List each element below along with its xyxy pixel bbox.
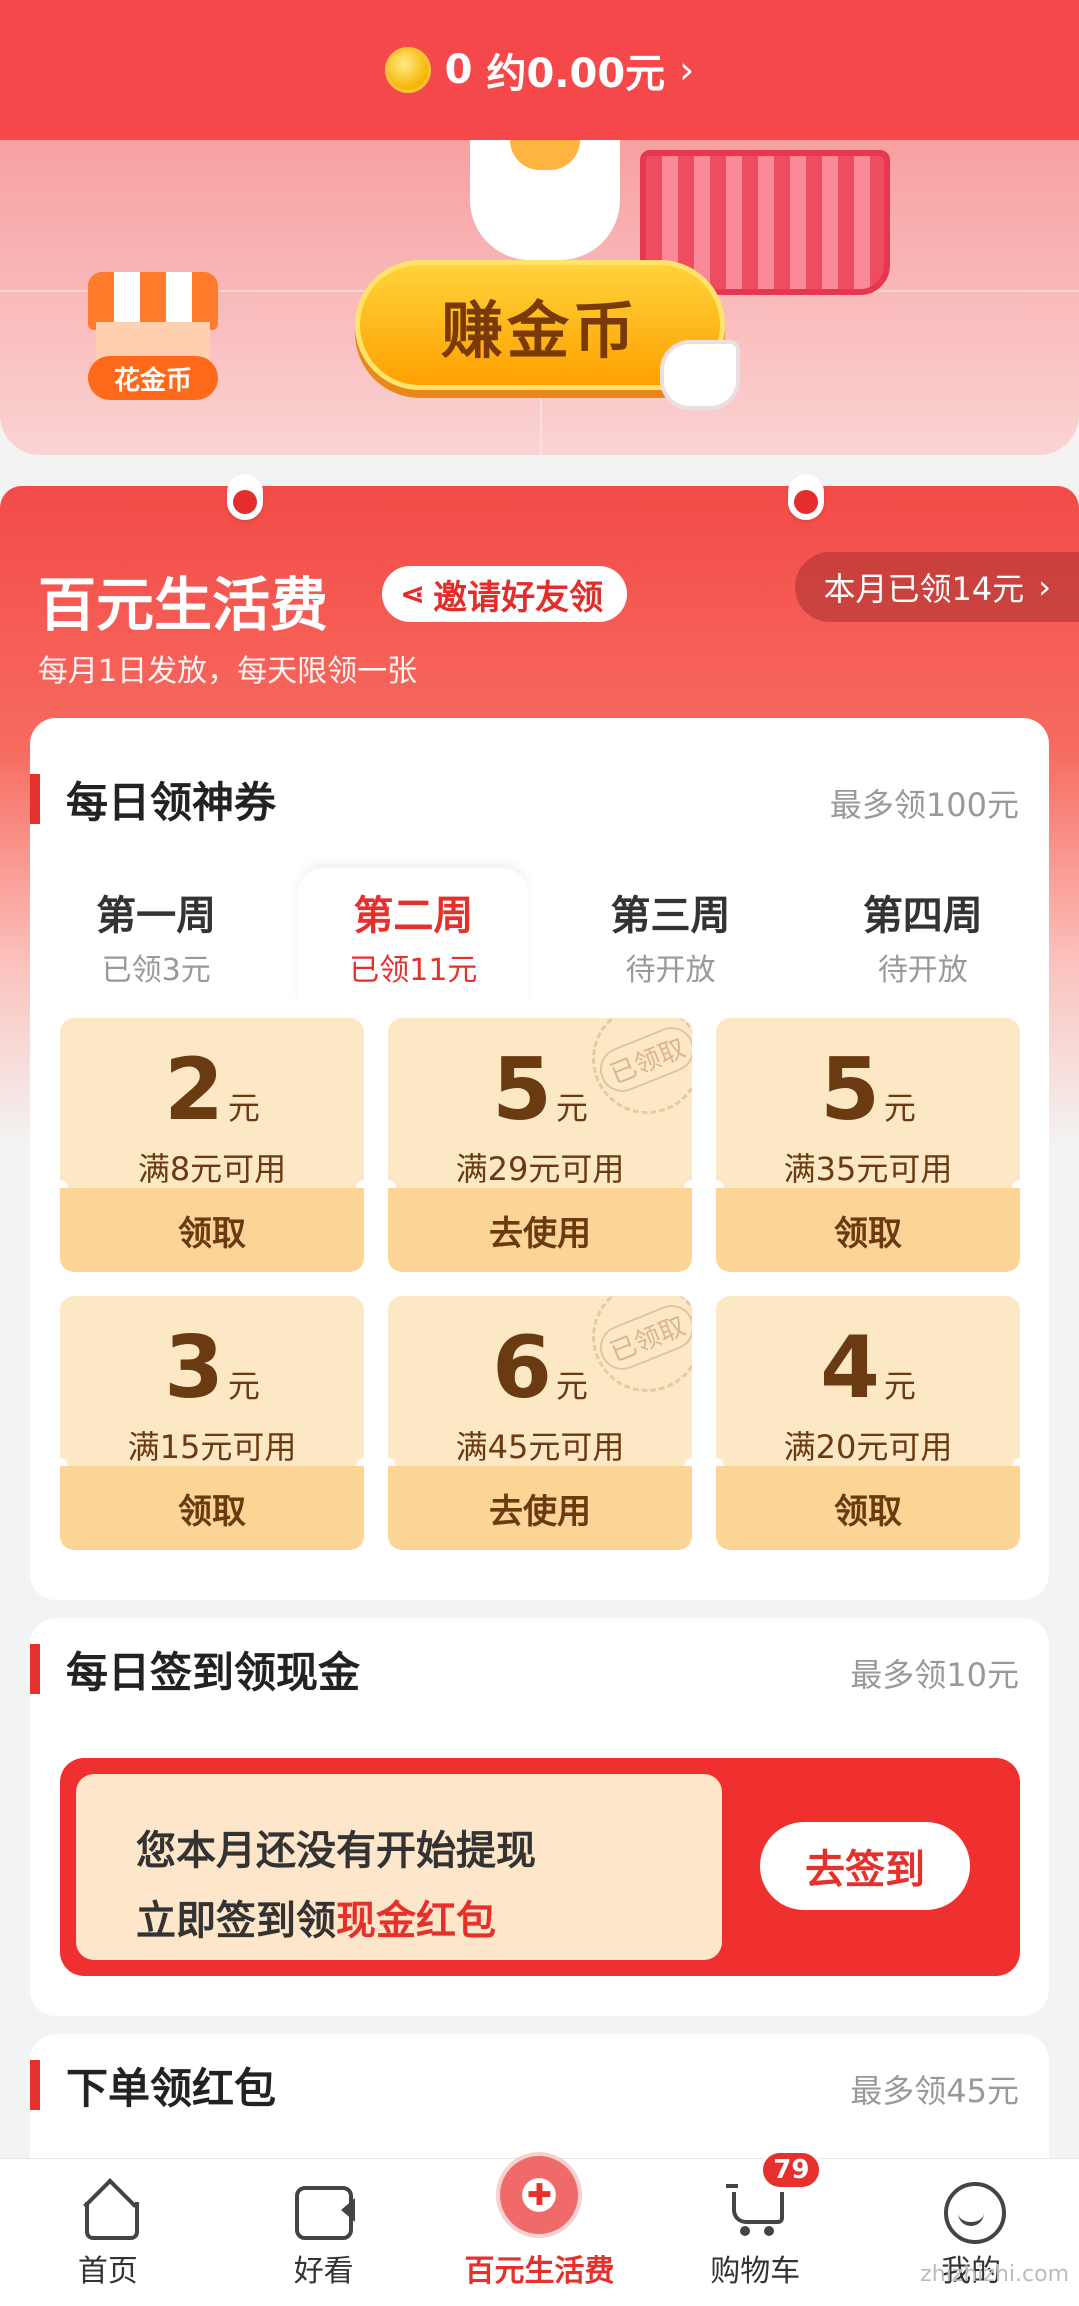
week-name: 第三周 bbox=[610, 893, 731, 939]
coupon-value: 6 bbox=[492, 1318, 552, 1418]
nav-label: 好看 bbox=[293, 2254, 354, 2289]
week-name: 第二周 bbox=[353, 893, 474, 939]
coupon-condition: 满29元可用 bbox=[455, 1150, 625, 1188]
coupon-condition: 满20元可用 bbox=[783, 1428, 953, 1466]
pin-icon bbox=[788, 474, 824, 520]
coupon-unit: 元 bbox=[883, 1089, 916, 1127]
coupon: 已领取 5元 满29元可用 去使用 bbox=[388, 1018, 692, 1272]
nav-item-cart[interactable]: 79 购物车 bbox=[647, 2150, 863, 2306]
monthly-claimed-button[interactable]: 本月已领14元 › bbox=[795, 552, 1079, 622]
red-envelope-icon: ✚ bbox=[496, 2152, 583, 2238]
coupon-unit: 元 bbox=[555, 1089, 588, 1127]
signin-message: 您本月还没有开始提现 bbox=[136, 1828, 536, 1874]
chevron-right-icon: › bbox=[679, 48, 695, 92]
week-name: 第一周 bbox=[96, 893, 217, 939]
signin-banner: 您本月还没有开始提现 立即签到领现金红包 去签到 bbox=[60, 1758, 1020, 1976]
cart-count-badge: 79 bbox=[760, 2150, 823, 2190]
bottom-nav: 首页 好看 ✚ 百元生活费 79 购物车 我的 bbox=[0, 2150, 1079, 2306]
claim-coupon-button[interactable]: 领取 bbox=[716, 1466, 1020, 1550]
coin-value: 约0.00元 bbox=[486, 51, 666, 97]
signin-button[interactable]: 去签到 bbox=[760, 1822, 970, 1910]
tab-week-4[interactable]: 第四周 待开放 bbox=[797, 868, 1049, 1004]
invite-friends-button[interactable]: ⋖ 邀请好友领 bbox=[382, 566, 628, 622]
nav-item-living-allowance[interactable]: ✚ 百元生活费 bbox=[432, 2152, 648, 2306]
coupon: 已领取 6元 满45元可用 去使用 bbox=[388, 1296, 692, 1550]
coupon: 4元 满20元可用 领取 bbox=[716, 1296, 1020, 1550]
monthly-claimed-label: 本月已领14元 bbox=[823, 570, 1025, 608]
earn-coins-banner: 花金币 赚金币 bbox=[0, 140, 1079, 455]
coupon-condition: 满45元可用 bbox=[455, 1428, 625, 1466]
nav-label: 百元生活费 bbox=[464, 2254, 615, 2289]
daily-signin-card: 每日签到领现金 最多领10元 您本月还没有开始提现 立即签到领现金红包 去签到 bbox=[30, 1618, 1049, 2016]
coupon-value: 3 bbox=[164, 1318, 224, 1418]
coin-count: 0 bbox=[444, 47, 473, 93]
spend-coins-shop[interactable]: 花金币 bbox=[88, 272, 218, 402]
tab-week-3[interactable]: 第三周 待开放 bbox=[544, 868, 796, 1004]
signin-title: 每日签到领现金 bbox=[30, 1644, 360, 1697]
pointing-hand-icon bbox=[660, 340, 740, 410]
cash-red-packet-label: 现金红包 bbox=[336, 1898, 496, 1944]
coupon-value: 5 bbox=[492, 1040, 552, 1140]
living-allowance-section: 百元生活费 ⋖ 邀请好友领 本月已领14元 › 每月1日发放，每天限领一张 每日… bbox=[0, 474, 1079, 2184]
order-title: 下单领红包 bbox=[30, 2060, 276, 2113]
nav-item-home[interactable]: 首页 bbox=[0, 2159, 216, 2306]
nav-label: 购物车 bbox=[710, 2254, 801, 2289]
coupon-value: 5 bbox=[820, 1040, 880, 1140]
use-coupon-button[interactable]: 去使用 bbox=[388, 1466, 692, 1550]
watermark: zhizhizhi.com bbox=[920, 2262, 1069, 2287]
gold-coin-icon bbox=[384, 47, 431, 93]
chevron-right-icon: › bbox=[1038, 568, 1051, 606]
coupon-value: 4 bbox=[820, 1318, 880, 1418]
claim-coupon-button[interactable]: 领取 bbox=[716, 1188, 1020, 1272]
coupon: 3元 满15元可用 领取 bbox=[60, 1296, 364, 1550]
coupon-value: 2 bbox=[164, 1040, 224, 1140]
daily-coupon-card: 每日领神券 最多领100元 第一周 已领3元 第二周 已领11元 第三周 待开放… bbox=[30, 718, 1049, 1600]
profile-icon bbox=[940, 2180, 1007, 2244]
week-status: 已领3元 bbox=[101, 953, 211, 988]
daily-coupon-title: 每日领神券 bbox=[30, 774, 276, 827]
week-name: 第四周 bbox=[862, 893, 983, 939]
coupon-condition: 满35元可用 bbox=[783, 1150, 953, 1188]
claim-coupon-button[interactable]: 领取 bbox=[60, 1466, 364, 1550]
daily-coupon-max: 最多领100元 bbox=[829, 786, 1019, 824]
cart-icon: 79 bbox=[724, 2150, 823, 2238]
coupon-unit: 元 bbox=[227, 1089, 260, 1127]
section-subtitle: 每月1日发放，每天限领一张 bbox=[38, 654, 418, 689]
coupon-condition: 满8元可用 bbox=[137, 1150, 287, 1188]
coupon: 2元 满8元可用 领取 bbox=[60, 1018, 364, 1272]
home-icon bbox=[77, 2180, 139, 2240]
video-icon bbox=[293, 2180, 355, 2240]
coin-balance-bar[interactable]: 0 约0.00元 › bbox=[0, 0, 1079, 140]
week-status: 已领11元 bbox=[349, 953, 478, 988]
order-max: 最多领45元 bbox=[850, 2072, 1019, 2110]
nav-item-video[interactable]: 好看 bbox=[216, 2159, 432, 2306]
coupon-grid: 2元 满8元可用 领取 已领取 5元 满29元可用 去使用 5元 满35元可用 … bbox=[60, 1018, 1020, 1550]
week-status: 待开放 bbox=[877, 953, 968, 988]
signin-prompt: 立即签到领现金红包 bbox=[136, 1888, 722, 1946]
spend-coins-label: 花金币 bbox=[88, 356, 218, 400]
earn-coins-label: 赚金币 bbox=[440, 294, 639, 367]
coupon-unit: 元 bbox=[883, 1367, 916, 1405]
week-tabs: 第一周 已领3元 第二周 已领11元 第三周 待开放 第四周 待开放 bbox=[30, 868, 1049, 1004]
week-status: 待开放 bbox=[625, 953, 716, 988]
signin-prompt-text: 立即签到领 bbox=[136, 1898, 336, 1944]
nav-label: 首页 bbox=[77, 2254, 138, 2289]
claim-coupon-button[interactable]: 领取 bbox=[60, 1188, 364, 1272]
use-coupon-button[interactable]: 去使用 bbox=[388, 1188, 692, 1272]
tab-week-1[interactable]: 第一周 已领3元 bbox=[30, 868, 282, 1004]
section-title: 百元生活费 bbox=[38, 571, 329, 639]
invite-label: 邀请好友领 bbox=[433, 577, 604, 618]
coupon-unit: 元 bbox=[555, 1367, 588, 1405]
coupon: 5元 满35元可用 领取 bbox=[716, 1018, 1020, 1272]
mascot-illustration bbox=[470, 140, 620, 260]
tab-week-2[interactable]: 第二周 已领11元 bbox=[298, 868, 529, 1004]
share-icon: ⋖ bbox=[400, 576, 426, 612]
coupon-unit: 元 bbox=[227, 1367, 260, 1405]
signin-max: 最多领10元 bbox=[850, 1656, 1019, 1694]
pin-icon bbox=[227, 474, 263, 520]
coupon-condition: 满15元可用 bbox=[127, 1428, 297, 1466]
